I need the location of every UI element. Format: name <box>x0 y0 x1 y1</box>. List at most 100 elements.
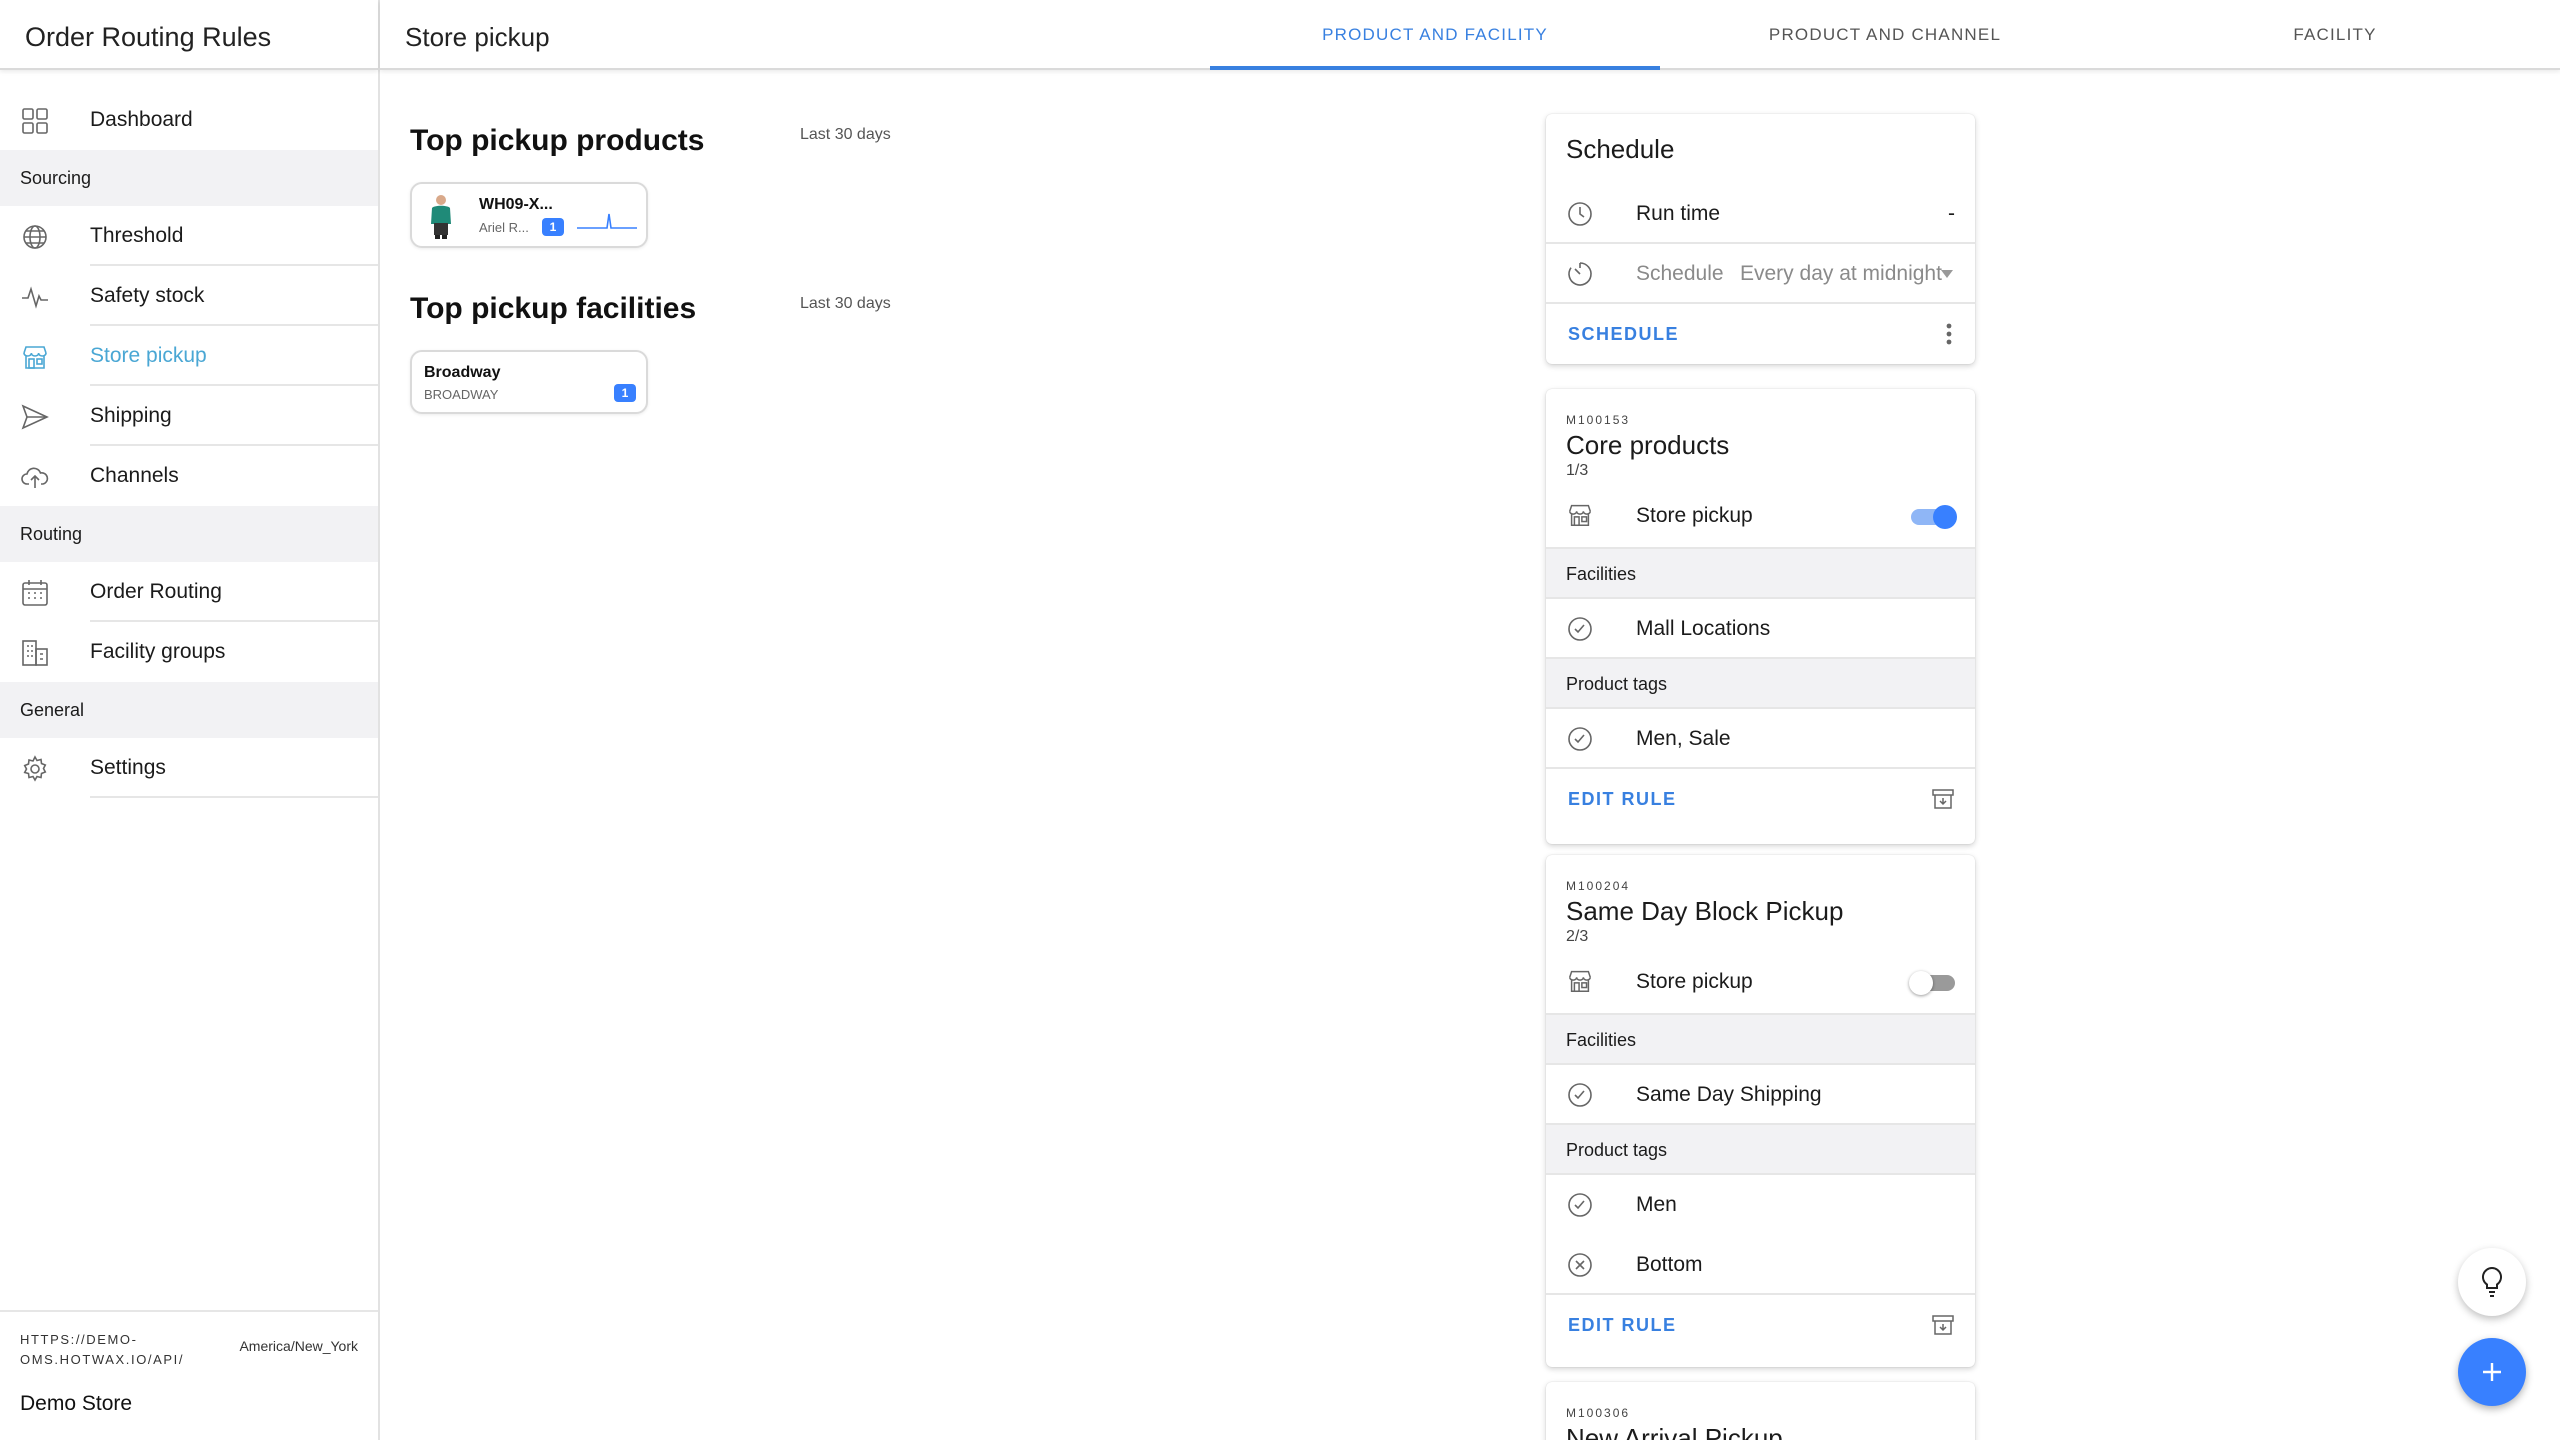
product-tags-subheader: Product tags <box>1546 1125 1975 1175</box>
nav-group-general: General <box>0 682 378 738</box>
schedule-row[interactable]: Schedule Every day at midnight <box>1546 244 1975 304</box>
timer-icon <box>1568 262 1592 286</box>
archive-icon[interactable] <box>1931 787 1955 811</box>
sidebar-item-label: Threshold <box>90 206 378 266</box>
rule-sequence: 2/3 <box>1566 928 1589 945</box>
tag-item[interactable]: Men, Sale <box>1546 709 1975 769</box>
sidebar-item-label: Settings <box>90 738 378 798</box>
sidebar-item-facility-groups[interactable]: Facility groups <box>0 622 378 682</box>
facility-item[interactable]: Same Day Shipping <box>1546 1065 1975 1125</box>
sidebar-item-store-pickup[interactable]: Store pickup <box>0 326 378 386</box>
sidebar: Order Routing Rules Dashboard Sourcing T… <box>0 0 380 1440</box>
sparkline <box>577 213 637 229</box>
run-time-label: Run time <box>1636 202 1721 225</box>
count-badge: 1 <box>542 218 564 236</box>
store-pickup-row: Store pickup <box>1546 949 1975 1015</box>
grid-icon <box>22 108 48 134</box>
storefront-icon <box>1568 504 1592 527</box>
product-card[interactable]: WH09-X... Ariel R... 1 <box>410 182 648 248</box>
rule-card: M100153 Core products 1/3 Store pickup F… <box>1546 389 1975 844</box>
tab-product-and-channel[interactable]: PRODUCT AND CHANNEL <box>1660 0 2110 70</box>
facility-label: Mall Locations <box>1636 617 1771 640</box>
store-pickup-toggle[interactable] <box>1909 971 1955 995</box>
instance-url: HTTPS://DEMO-OMS.HOTWAX.IO/API/ <box>20 1332 185 1367</box>
sidebar-item-label: Channels <box>90 464 179 487</box>
sidebar-item-order-routing[interactable]: Order Routing <box>0 562 378 622</box>
rule-header: M100153 Core products 1/3 <box>1546 389 1975 485</box>
archive-icon[interactable] <box>1931 1313 1955 1337</box>
checkmark-circle-icon <box>1568 617 1592 641</box>
facility-name: Broadway <box>424 364 501 381</box>
rule-footer: EDIT RULE <box>1546 1295 1975 1355</box>
checkmark-circle-icon <box>1568 1193 1592 1217</box>
schedule-title: Schedule <box>1566 134 1675 164</box>
schedule-button[interactable]: SCHEDULE <box>1568 304 1679 364</box>
facility-item[interactable]: Mall Locations <box>1546 599 1975 659</box>
top-products-period: Last 30 days <box>800 126 891 143</box>
sidebar-item-label: Shipping <box>90 386 378 446</box>
schedule-card: Schedule Run time - Schedule Every day a… <box>1546 114 1975 364</box>
checkmark-circle-icon <box>1568 727 1592 751</box>
add-icon <box>2483 1363 2501 1381</box>
schedule-label: Schedule <box>1636 262 1724 285</box>
rule-code: M100153 <box>1566 413 1631 427</box>
sidebar-item-label: Safety stock <box>90 266 378 326</box>
nav-group-routing: Routing <box>0 506 378 562</box>
tag-label: Men <box>1636 1193 1677 1216</box>
edit-rule-button[interactable]: EDIT RULE <box>1568 1295 1677 1355</box>
help-button[interactable] <box>2458 1248 2526 1316</box>
business-icon <box>22 640 48 666</box>
tag-item[interactable]: Men <box>1546 1175 1975 1235</box>
rule-code: M100306 <box>1566 1406 1631 1420</box>
checkmark-circle-icon <box>1568 1083 1592 1107</box>
pulse-icon <box>22 286 48 309</box>
product-name: WH09-X... <box>479 196 553 213</box>
toggle-label: Store pickup <box>1636 504 1753 527</box>
bulb-icon <box>2481 1266 2503 1297</box>
rule-sequence: 1/3 <box>1566 462 1589 479</box>
page-title: Store pickup <box>405 22 550 52</box>
store-name[interactable]: Demo Store <box>20 1392 132 1416</box>
sidebar-item-label: Dashboard <box>90 108 193 131</box>
caret-down-icon <box>1941 270 1953 278</box>
cloud-upload-icon <box>21 467 49 488</box>
product-subtitle: Ariel R... <box>479 220 529 235</box>
store-pickup-row: Store pickup <box>1546 483 1975 549</box>
facility-card[interactable]: Broadway BROADWAY 1 <box>410 350 648 414</box>
more-vertical-icon[interactable] <box>1945 322 1953 346</box>
count-badge: 1 <box>614 384 636 402</box>
run-time-value: - <box>1948 202 1955 225</box>
close-circle-icon <box>1568 1253 1592 1277</box>
toggle-label: Store pickup <box>1636 970 1753 993</box>
sidebar-item-safety-stock[interactable]: Safety stock <box>0 266 378 326</box>
tab-facility[interactable]: FACILITY <box>2110 0 2560 70</box>
run-time-row: Run time - <box>1546 184 1975 244</box>
time-icon <box>1568 202 1592 226</box>
sidebar-item-settings[interactable]: Settings <box>0 738 378 798</box>
store-pickup-toggle[interactable] <box>1911 505 1957 529</box>
rule-name: Core products <box>1566 430 1730 460</box>
sidebar-item-channels[interactable]: Channels <box>0 446 378 506</box>
app-title: Order Routing Rules <box>0 0 378 70</box>
top-facilities-title: Top pickup facilities <box>410 292 697 325</box>
tag-item[interactable]: Bottom <box>1546 1235 1975 1295</box>
schedule-footer: SCHEDULE <box>1546 304 1975 364</box>
header: Store pickup PRODUCT AND FACILITY PRODUC… <box>380 0 2560 70</box>
calendar-icon <box>22 580 48 606</box>
edit-rule-button[interactable]: EDIT RULE <box>1568 769 1677 829</box>
sidebar-item-shipping[interactable]: Shipping <box>0 386 378 446</box>
schedule-select[interactable]: Every day at midnight <box>1740 244 1942 304</box>
product-tags-subheader: Product tags <box>1546 659 1975 709</box>
rule-code: M100204 <box>1566 879 1631 893</box>
timezone-label[interactable]: America/New_York <box>239 1338 358 1354</box>
tag-label: Bottom <box>1636 1253 1703 1276</box>
add-rule-button[interactable] <box>2458 1338 2526 1406</box>
tab-product-and-facility[interactable]: PRODUCT AND FACILITY <box>1210 0 1660 70</box>
rule-footer: EDIT RULE <box>1546 769 1975 829</box>
facilities-subheader: Facilities <box>1546 1015 1975 1065</box>
sidebar-item-threshold[interactable]: Threshold <box>0 206 378 266</box>
sidebar-item-dashboard[interactable]: Dashboard <box>0 90 378 150</box>
storefront-icon <box>1568 970 1592 993</box>
rule-card: M100204 Same Day Block Pickup 2/3 Store … <box>1546 855 1975 1367</box>
gear-icon <box>23 755 47 782</box>
